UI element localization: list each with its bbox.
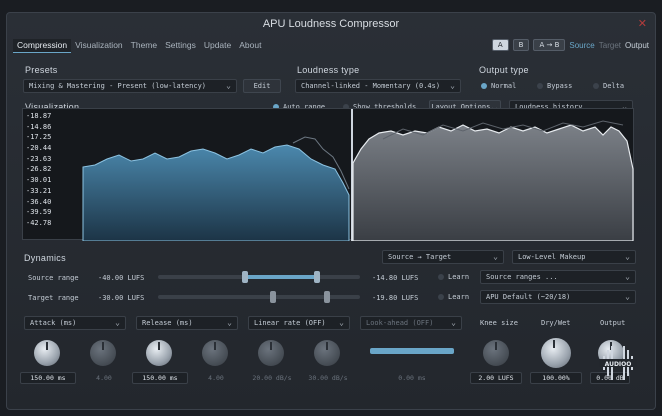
source-range-label: Source range	[28, 274, 79, 282]
knee-size-knob[interactable]	[483, 340, 509, 366]
source-range-low-value[interactable]: -40.00 LUFS	[98, 274, 144, 282]
tab-about[interactable]: About	[235, 39, 265, 53]
tab-update[interactable]: Update	[200, 39, 235, 53]
dynamics-mode-select[interactable]: Low-Level Makeup ⌄	[512, 250, 636, 264]
target-range-slider[interactable]	[158, 291, 360, 303]
source-toggle[interactable]: Source	[569, 41, 594, 50]
chevron-down-icon: ⌄	[493, 252, 498, 261]
output-delta-radio[interactable]: Delta	[591, 79, 624, 93]
window-title: APU Loudness Compressor	[262, 18, 400, 30]
output-normal-radio[interactable]: Normal	[479, 79, 516, 93]
target-range-label: Target range	[28, 294, 79, 302]
chevron-down-icon: ⌄	[227, 318, 232, 327]
a-to-b-button[interactable]: A → B	[533, 39, 566, 51]
loudness-type-select[interactable]: Channel-linked - Momentary (0.4s) ⌄	[295, 79, 461, 93]
dry-wet-value[interactable]: 100.00%	[530, 372, 582, 384]
output-label: Output	[600, 319, 626, 327]
tab-compression[interactable]: Compression	[13, 39, 72, 53]
preset-value: Mixing & Mastering - Present (low-latenc…	[29, 82, 207, 90]
output-bypass-radio[interactable]: Bypass	[535, 79, 572, 93]
target-range-high-value[interactable]: -19.80 LUFS	[372, 294, 418, 302]
source-range-high-handle[interactable]	[314, 271, 320, 283]
target-range-high-handle[interactable]	[324, 291, 330, 303]
source-learn-toggle[interactable]: Learn	[436, 270, 469, 284]
ab-compare-bar: A B A → B Source Target Output	[491, 39, 649, 51]
look-ahead-value[interactable]: 0.00 ms	[384, 372, 440, 384]
release-secondary-knob[interactable]	[202, 340, 228, 366]
attack-secondary-knob[interactable]	[90, 340, 116, 366]
logo-text: AUDIOO	[605, 361, 632, 368]
dry-wet-label: Dry/Wet	[541, 319, 571, 327]
linear-rate-release-value[interactable]: 30.00 dB/s	[300, 372, 356, 384]
attack-mode-select[interactable]: Attack (ms) ⌄	[24, 316, 126, 330]
attack-label: Attack (ms)	[30, 319, 77, 327]
target-loudness-area	[352, 124, 634, 241]
routing-value: Source → Target	[388, 253, 452, 261]
routing-select[interactable]: Source → Target ⌄	[382, 250, 504, 264]
loudness-type-value: Channel-linked - Momentary (0.4s)	[301, 82, 441, 90]
target-range-low-value[interactable]: -30.00 LUFS	[98, 294, 144, 302]
release-mode-select[interactable]: Release (ms) ⌄	[136, 316, 238, 330]
linear-rate-release-knob[interactable]	[314, 340, 340, 366]
output-toggle[interactable]: Output	[625, 41, 649, 50]
source-range-high-value[interactable]: -14.80 LUFS	[372, 274, 418, 282]
a-button[interactable]: A	[491, 39, 509, 51]
dynamics-mode-value: Low-Level Makeup	[518, 253, 586, 261]
target-learn-toggle[interactable]: Learn	[436, 290, 469, 304]
attack-secondary-value[interactable]: 4.00	[82, 372, 126, 384]
chevron-down-icon: ⌄	[339, 318, 344, 327]
b-button[interactable]: B	[512, 39, 530, 51]
source-range-slider[interactable]	[158, 271, 360, 283]
look-ahead-select[interactable]: Look-ahead (OFF) ⌄	[360, 316, 462, 330]
chevron-down-icon: ⌄	[115, 318, 120, 327]
output-type-header: Output type	[479, 65, 529, 75]
linear-rate-attack-value[interactable]: 20.00 dB/s	[244, 372, 300, 384]
loudness-waveform	[82, 109, 634, 241]
release-secondary-value[interactable]: 4.00	[194, 372, 238, 384]
look-ahead-slider[interactable]	[370, 348, 454, 354]
chevron-down-icon: ⌄	[625, 252, 630, 261]
tab-theme[interactable]: Theme	[127, 39, 161, 53]
target-toggle[interactable]: Target	[599, 41, 621, 50]
presets-header: Presets	[25, 65, 58, 75]
release-label: Release (ms)	[142, 319, 193, 327]
source-range-low-handle[interactable]	[242, 271, 248, 283]
tab-visualization[interactable]: Visualization	[71, 39, 127, 53]
dynamics-header: Dynamics	[24, 253, 66, 263]
target-ranges-select[interactable]: APU Default (~20/18) ⌄	[480, 290, 636, 304]
linear-rate-attack-knob[interactable]	[258, 340, 284, 366]
chevron-down-icon: ⌄	[451, 318, 456, 327]
close-icon[interactable]: ✕	[638, 17, 647, 30]
chevron-down-icon: ⌄	[625, 272, 630, 281]
release-knob[interactable]	[146, 340, 172, 366]
edit-preset-button[interactable]: Edit	[243, 79, 281, 93]
target-ranges-value: APU Default (~20/18)	[486, 293, 571, 301]
attack-knob[interactable]	[34, 340, 60, 366]
chevron-down-icon: ⌄	[625, 292, 630, 301]
target-range-low-handle[interactable]	[270, 291, 276, 303]
dry-wet-knob[interactable]	[541, 338, 571, 368]
release-value[interactable]: 150.00 ms	[132, 372, 188, 384]
knee-size-label: Knee size	[480, 319, 518, 327]
chevron-down-icon: ⌄	[450, 81, 455, 90]
look-ahead-label: Look-ahead (OFF)	[366, 319, 434, 327]
audioo-logo: AUDIOO	[599, 346, 637, 380]
linear-rate-select[interactable]: Linear rate (OFF) ⌄	[248, 316, 350, 330]
knee-size-value[interactable]: 2.00 LUFS	[470, 372, 522, 384]
source-loudness-area	[82, 144, 350, 241]
source-range-fill	[244, 275, 316, 279]
chevron-down-icon: ⌄	[226, 81, 231, 90]
loudness-type-header: Loudness type	[297, 65, 360, 75]
tab-bar: Compression Visualization Theme Settings…	[13, 39, 265, 53]
loudness-history-graph[interactable]: -18.87 -14.86 -17.25 -20.44 -23.63 -26.8…	[22, 108, 634, 241]
preset-select[interactable]: Mixing & Mastering - Present (low-latenc…	[23, 79, 237, 93]
source-ranges-value: Source ranges ...	[486, 273, 558, 281]
source-ranges-select[interactable]: Source ranges ... ⌄	[480, 270, 636, 284]
linear-rate-label: Linear rate (OFF)	[254, 319, 326, 327]
attack-value[interactable]: 150.00 ms	[20, 372, 76, 384]
tab-settings[interactable]: Settings	[161, 39, 200, 53]
